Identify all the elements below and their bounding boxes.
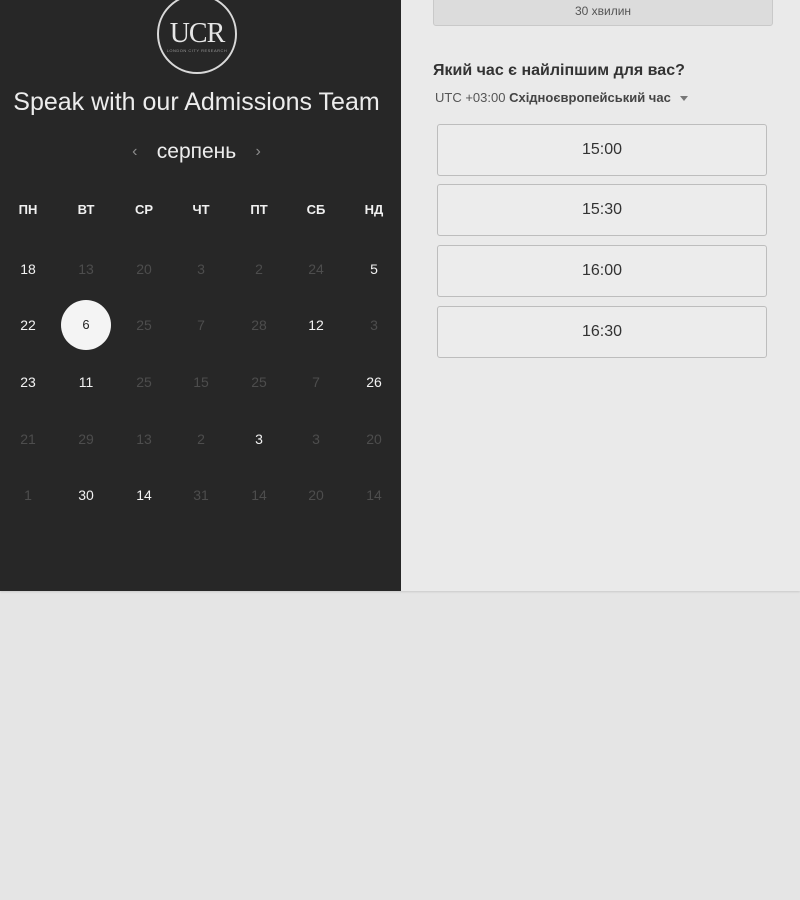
time-slot-button[interactable]: 15:00 bbox=[437, 124, 767, 176]
calendar-day: 15 bbox=[193, 374, 209, 390]
calendar-day[interactable]: 18 bbox=[8, 259, 48, 279]
calendar-day: 20 bbox=[136, 261, 152, 277]
calendar-day: 14 bbox=[251, 487, 267, 503]
calendar-day[interactable]: 11 bbox=[66, 372, 106, 392]
calendar-day[interactable]: 14 bbox=[124, 485, 164, 505]
time-question: Який час є найліпшим для вас? bbox=[433, 62, 685, 79]
weekday-label: ПН bbox=[18, 202, 38, 217]
timezone-offset: UTC +03:00 bbox=[435, 90, 506, 105]
calendar-day: 20 bbox=[308, 487, 324, 503]
calendar-day: 25 bbox=[136, 317, 152, 333]
calendar-day: 1 bbox=[24, 487, 32, 503]
calendar-day: 2 bbox=[255, 261, 263, 277]
calendar-day[interactable]: 30 bbox=[66, 485, 106, 505]
calendar-day[interactable]: 3 bbox=[239, 429, 279, 449]
chevron-right-icon[interactable]: › bbox=[252, 143, 264, 161]
weekday-header: ПН ВТ СР ЧТ ПТ СБ НД bbox=[0, 202, 401, 220]
calendar-day: 31 bbox=[193, 487, 209, 503]
chevron-left-icon[interactable]: ‹ bbox=[129, 143, 141, 161]
calendar-day: 7 bbox=[312, 374, 320, 390]
logo-text: UCR bbox=[169, 17, 226, 49]
weekday-label: ВТ bbox=[77, 202, 95, 217]
calendar-day[interactable]: 5 bbox=[354, 259, 394, 279]
calendar-day: 28 bbox=[251, 317, 267, 333]
calendar-day: 3 bbox=[197, 261, 205, 277]
ucr-logo: UCR LONDON CITY RESEARCH bbox=[157, 0, 237, 74]
calendar-day[interactable]: 26 bbox=[354, 372, 394, 392]
calendar-day: 21 bbox=[20, 431, 36, 447]
weekday-label: ПТ bbox=[250, 202, 268, 217]
time-slot-button[interactable]: 15:30 bbox=[437, 184, 767, 236]
time-slot-button[interactable]: 16:00 bbox=[437, 245, 767, 297]
calendar-day: 13 bbox=[136, 431, 152, 447]
calendar-day: 24 bbox=[308, 261, 324, 277]
duration-selector[interactable]: 30 хвилин bbox=[433, 0, 773, 26]
calendar-day: 20 bbox=[366, 431, 382, 447]
time-slot-button[interactable]: 16:30 bbox=[437, 306, 767, 358]
timezone-selector[interactable]: UTC +03:00 Східноєвропейський час bbox=[435, 90, 689, 105]
calendar-day: 3 bbox=[312, 431, 320, 447]
calendar-day: 2 bbox=[197, 431, 205, 447]
calendar-panel: UCR LONDON CITY RESEARCH Speak with our … bbox=[0, 0, 401, 591]
calendar-day: 3 bbox=[370, 317, 378, 333]
calendar-day: 29 bbox=[78, 431, 94, 447]
weekday-label: ЧТ bbox=[192, 202, 210, 217]
timezone-name: Східноєвропейський час bbox=[509, 90, 671, 105]
month-label: серпень bbox=[156, 140, 237, 163]
calendar-day[interactable]: 12 bbox=[296, 315, 336, 335]
page-title: Speak with our Admissions Team bbox=[13, 88, 380, 116]
calendar-day[interactable]: 23 bbox=[8, 372, 48, 392]
calendar-day: 25 bbox=[251, 374, 267, 390]
calendar-day: 7 bbox=[197, 317, 205, 333]
weekday-label: НД bbox=[364, 202, 384, 217]
month-navigation: ‹ серпень › bbox=[0, 140, 393, 164]
calendar-day: 13 bbox=[78, 261, 94, 277]
caret-down-icon bbox=[680, 96, 689, 102]
calendar-day[interactable]: 22 bbox=[8, 315, 48, 335]
calendar-day: 14 bbox=[366, 487, 382, 503]
logo-subtext: LONDON CITY RESEARCH bbox=[166, 47, 228, 53]
calendar-day: 25 bbox=[136, 374, 152, 390]
selected-day[interactable]: 6 bbox=[61, 300, 111, 350]
weekday-label: СБ bbox=[306, 202, 326, 217]
weekday-label: СР bbox=[134, 202, 154, 217]
